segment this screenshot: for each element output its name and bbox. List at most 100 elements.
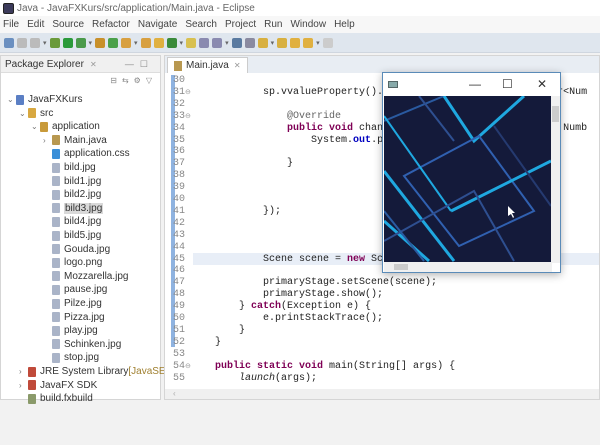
expand-arrow-icon[interactable]: › [43,136,52,145]
dropdown-arrow-icon[interactable]: ▾ [225,39,229,47]
tree-item[interactable]: › JRE System Library [JavaSE-1.8] [19,365,186,378]
app-title-bar[interactable]: — ☐ ✕ [383,73,560,96]
code-line: 33 ⊖ @Override [171,111,341,123]
menu-source[interactable]: Source [52,19,84,30]
menu-project[interactable]: Project [225,19,256,30]
toolbar-button-icon[interactable] [121,37,132,48]
eclipse-logo-icon [3,2,14,14]
tab-label: Main.java [186,60,229,71]
dropdown-arrow-icon[interactable]: ▾ [271,39,275,47]
minimize-button[interactable]: — [469,77,481,91]
menu-run[interactable]: Run [264,19,282,30]
toolbar-button-icon[interactable] [49,37,60,48]
toolbar-button-icon[interactable] [166,37,177,48]
toolbar-button-icon[interactable] [303,37,314,48]
dropdown-arrow-icon[interactable]: ▾ [89,39,93,47]
scroll-pane-image[interactable] [382,94,552,263]
horizontal-scrollbar[interactable]: ‹ [165,389,599,399]
tree-item[interactable]: pause.jpg [43,283,107,296]
tree-item[interactable]: Schinken.jpg [43,338,121,351]
tree-item[interactable]: build.fxbuild [19,392,93,405]
close-button[interactable]: ✕ [537,77,547,91]
code-line: 44 [171,242,191,254]
menu-edit[interactable]: Edit [27,19,44,30]
close-icon[interactable]: ✕ [234,61,241,70]
menu-help[interactable]: Help [334,19,355,30]
toolbar-button-icon[interactable] [199,37,210,48]
maximize-button[interactable]: ☐ [502,77,513,91]
toolbar-button-icon[interactable] [186,37,197,48]
toolbar-button-icon[interactable] [244,37,255,48]
expand-arrow-icon[interactable]: › [19,367,28,376]
javafx-app-window: — ☐ ✕ [382,72,561,273]
tree-item[interactable]: Pilze.jpg [43,297,102,310]
expand-arrow-icon[interactable]: ⌄ [31,122,40,131]
close-icon[interactable]: ✕ [90,60,97,69]
tree-item[interactable]: bild2.jpg [43,188,101,201]
toolbar-button-icon[interactable] [290,37,301,48]
toolbar-button-icon[interactable] [322,37,333,48]
toolbar-button-icon[interactable] [212,37,223,48]
dropdown-arrow-icon[interactable]: ▾ [316,39,320,47]
tree-item[interactable]: Gouda.jpg [43,243,110,256]
dropdown-arrow-icon[interactable]: ▾ [43,39,47,47]
toolbar-button-icon[interactable] [75,37,86,48]
tree-item[interactable]: bild1.jpg [43,175,101,188]
toolbar-button-icon[interactable] [231,37,242,48]
line-number: 42 [173,217,186,229]
toolbar-button-icon[interactable] [257,37,268,48]
tree-item[interactable]: Mozzarella.jpg [43,270,128,283]
tree-item[interactable]: bild5.jpg [43,229,101,242]
expand-arrow-icon[interactable]: ⌄ [7,95,16,104]
dropdown-arrow-icon[interactable]: ▾ [180,39,184,47]
line-number: 44 [173,241,186,253]
horizontal-scrollbar[interactable] [384,262,552,272]
maximize-icon[interactable]: ☐ [140,59,154,69]
collapse-all-icon[interactable]: ⊟ [110,76,117,85]
toolbar-button-icon[interactable] [140,37,151,48]
menu-search[interactable]: Search [185,19,217,30]
menu-file[interactable]: File [3,19,19,30]
view-menu-icon[interactable]: ▽ [146,76,152,85]
filter-icon[interactable]: ⚙ [134,76,141,85]
tree-item[interactable]: Pizza.jpg [43,311,105,324]
tree-item[interactable]: stop.jpg [43,351,99,364]
tree-item[interactable]: application.css [43,147,130,160]
tree-item[interactable]: › JavaFX SDK [19,379,97,392]
line-number: 47 [173,277,186,289]
tree-item[interactable]: bild3.jpg [43,202,104,215]
menu-window[interactable]: Window [290,19,326,30]
minimize-icon[interactable]: — [125,59,140,69]
tree-item[interactable]: ⌄ src [19,107,53,120]
fold-icon[interactable]: ⊖ [185,87,191,99]
toolbar-button-icon[interactable] [17,37,27,48]
tree-item[interactable]: bild4.jpg [43,215,101,228]
expand-arrow-icon[interactable]: › [19,381,28,390]
file-icon [52,216,60,227]
toolbar-button-icon[interactable] [108,37,119,48]
toolbar-button-icon[interactable] [95,37,106,48]
file-icon [52,352,60,363]
tree-item[interactable]: ⌄ JavaFXKurs [7,93,82,106]
toolbar-button-icon[interactable] [62,37,73,48]
menu-refactor[interactable]: Refactor [92,19,130,30]
tree-item[interactable]: play.jpg [43,324,98,337]
toolbar-button-icon[interactable] [153,37,164,48]
tree-item[interactable]: ⌄ application [31,120,100,133]
tree-item-label: Mozzarella.jpg [64,270,129,282]
menu-navigate[interactable]: Navigate [138,19,177,30]
vertical-scrollbar[interactable] [551,96,560,263]
link-editor-icon[interactable]: ⇆ [122,76,129,85]
tree-item[interactable]: logo.png [43,256,102,269]
fold-icon[interactable]: ⊖ [185,361,191,373]
fold-icon[interactable]: ⊖ [185,111,191,123]
toolbar-button-icon[interactable] [277,37,288,48]
java-file-icon [174,60,182,71]
tab-main-java[interactable]: Main.java ✕ [167,57,248,73]
tree-item[interactable]: › Main.java [43,134,107,147]
toolbar-button-icon[interactable] [4,37,14,48]
toolbar-button-icon[interactable] [30,37,40,48]
dropdown-arrow-icon[interactable]: ▾ [134,39,138,47]
expand-arrow-icon[interactable]: ⌄ [19,109,28,118]
tree-item[interactable]: bild.jpg [43,161,96,174]
